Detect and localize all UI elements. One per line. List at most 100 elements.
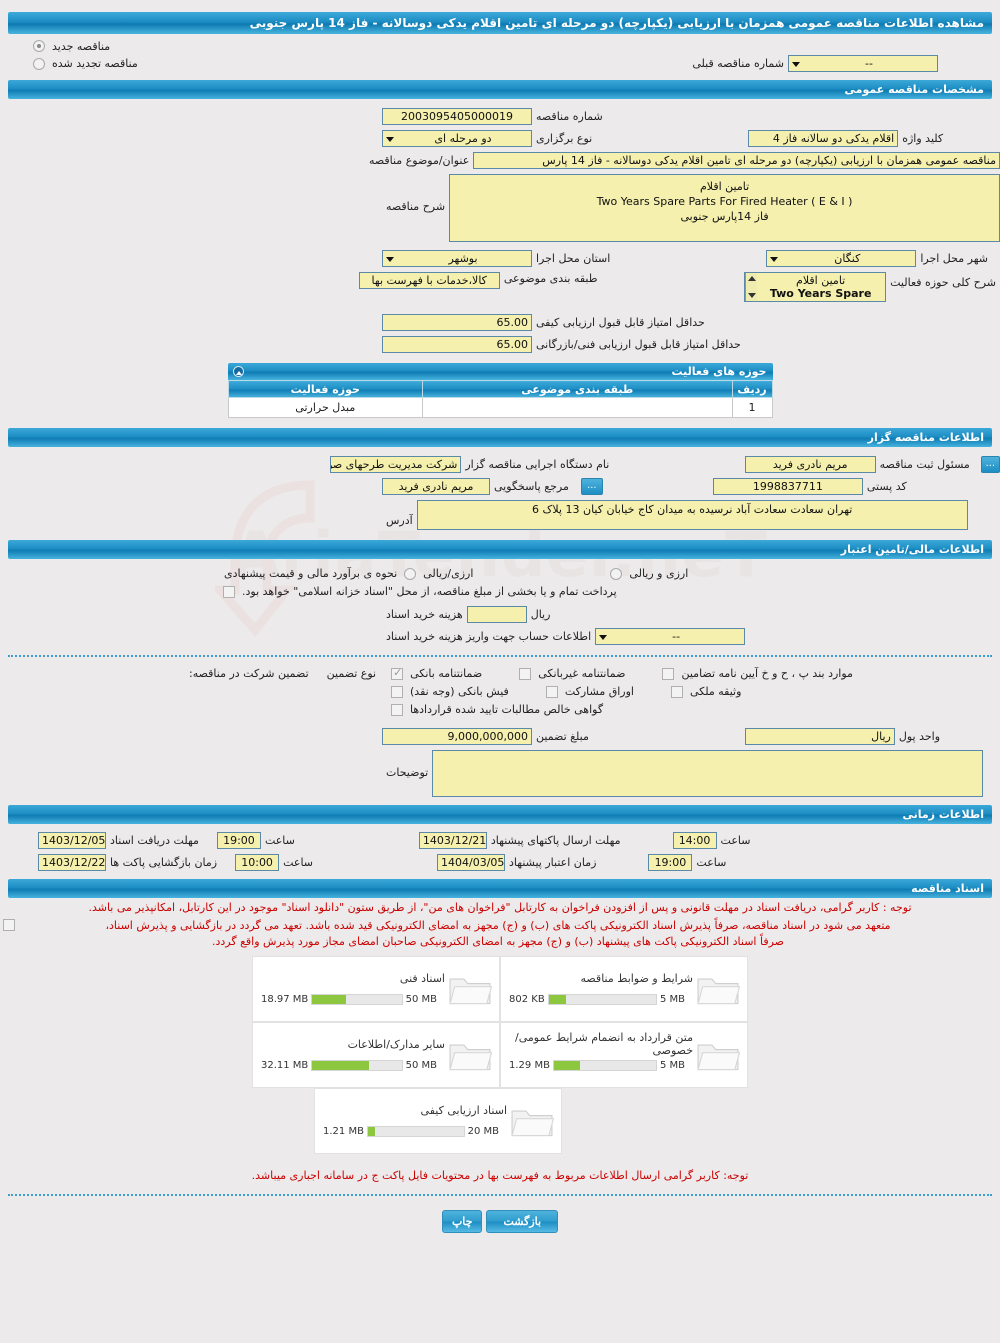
- footer-buttons: بازگشت چاپ: [0, 1210, 1000, 1233]
- classification-field[interactable]: کالا،خدمات با فهرست بها: [358, 272, 500, 289]
- guarantee-amount-field[interactable]: 9,000,000,000: [382, 728, 532, 745]
- guarantee-option-6-checkbox[interactable]: [391, 703, 403, 716]
- account-info-select[interactable]: --: [595, 628, 746, 645]
- new-tender-label: مناقصه جدید: [52, 40, 111, 53]
- contact-field[interactable]: مریم نادری فرید: [382, 478, 490, 495]
- contact-browse-button[interactable]: ...: [580, 478, 603, 495]
- guarantee-option-6-label: گواهی خالص مطالبات تایید شده قراردادها: [410, 703, 604, 716]
- guarantee-option-4-checkbox[interactable]: [545, 685, 558, 698]
- tender-subject-field[interactable]: مناقصه عمومی همزمان با ارزیابی (یکپارچه)…: [473, 152, 1000, 169]
- tender-description-textarea[interactable]: تامین اقلام Two Years Spare Parts For Fi…: [449, 174, 1000, 242]
- envelope-submit-time-label: ساعت: [720, 834, 751, 847]
- address-textarea[interactable]: تهران سعادت سعادت آباد نرسیده به میدان ک…: [416, 500, 968, 530]
- doc-cost-label: هزینه خرید اسناد: [386, 608, 463, 621]
- cell-activity: مبدل حرارتی: [227, 397, 424, 418]
- envelope-submit-date-field[interactable]: 1403/12/21: [418, 832, 487, 849]
- proposal-validity-date-field[interactable]: 1404/03/05: [437, 854, 506, 871]
- previous-tender-number-select[interactable]: --: [788, 55, 938, 72]
- document-card[interactable]: سایر مدارک/اطلاعات 32.11 MB 50 MB: [252, 1022, 500, 1088]
- guarantee-option-0-checkbox[interactable]: [391, 666, 404, 680]
- meter-track: [552, 1060, 657, 1071]
- province-label: استان محل اجرا: [536, 252, 611, 265]
- top-options: مناقصه جدید -- شماره مناقصه قبلی مناقصه …: [0, 40, 1000, 72]
- guarantee-notes-textarea[interactable]: [432, 750, 984, 797]
- scrollbar[interactable]: [745, 273, 758, 301]
- keyword-label: کلید واژه: [902, 132, 944, 145]
- document-card[interactable]: شرایط و ضوابط مناقصه 802 KB 5 MB: [500, 956, 748, 1022]
- guarantee-option-4-label: اوراق مشارکت: [564, 685, 634, 698]
- postal-code-field[interactable]: 1998837711: [712, 478, 863, 495]
- envelope-submit-time-field[interactable]: 14:00: [672, 832, 717, 849]
- executive-body-label: نام دستگاه اجرایی مناقصه گزار: [465, 458, 610, 471]
- envelope-open-time-field[interactable]: 10:00: [235, 854, 280, 871]
- financial-section-title: اطلاعات مالی/تامین اعتبار: [840, 543, 984, 556]
- proposal-validity-time-label: ساعت: [696, 856, 727, 869]
- guarantee-option-3-checkbox[interactable]: [391, 685, 403, 698]
- col-activity: حوزه فعالیت: [227, 380, 424, 398]
- province-value: بوشهر: [448, 252, 478, 265]
- documents-note-2-checkbox[interactable]: [3, 919, 15, 931]
- holding-type-select[interactable]: دو مرحله ای: [382, 130, 532, 147]
- document-card[interactable]: متن قرارداد به انضمام شرایط عمومی/خصوصی …: [500, 1022, 748, 1088]
- col-row-number: ردیف: [731, 380, 773, 398]
- description-line-1: تامین اقلام: [699, 180, 750, 193]
- back-button[interactable]: بازگشت: [486, 1210, 559, 1233]
- registrar-browse-button[interactable]: ...: [980, 456, 1000, 473]
- folder-icon: [697, 1044, 741, 1071]
- doc-cost-currency-label: ریال: [530, 608, 551, 621]
- min-technical-field[interactable]: 65.00: [382, 336, 532, 353]
- general-section-header: مشخصات مناقصه عمومی: [8, 80, 992, 99]
- documents-section-header: اسناد مناقصه: [8, 879, 992, 898]
- min-qualitative-field[interactable]: 65.00: [382, 314, 532, 331]
- holding-type-value: دو مرحله ای: [434, 132, 492, 145]
- keyword-field[interactable]: اقلام یدکی دو سالانه فاز 4: [748, 130, 899, 147]
- activity-scope-line-2: Two Years Spare Parts: [769, 287, 872, 301]
- folder-icon: [697, 978, 741, 1005]
- activity-scope-line-1: تامین اقلام: [796, 274, 846, 287]
- rial-option-label: ارزی/ریالی: [423, 567, 474, 580]
- guarantee-option-2-checkbox[interactable]: [662, 667, 675, 680]
- registrar-label: مسئول ثبت مناقصه: [879, 458, 970, 471]
- guarantee-option-5-checkbox[interactable]: [671, 685, 683, 698]
- guarantee-option-1-checkbox[interactable]: [519, 667, 532, 680]
- print-button[interactable]: چاپ: [441, 1210, 483, 1233]
- envelope-open-time-label: ساعت: [283, 856, 314, 869]
- treasury-note-label: پرداخت تمام و یا بخشی از مبلغ مناقصه، از…: [242, 585, 617, 598]
- currency-rial-option-label: ارزی و ریالی: [629, 567, 689, 580]
- timing-section-header: اطلاعات زمانی: [8, 805, 992, 824]
- general-section: شماره مناقصه 2003095405000019 کلید واژه …: [0, 108, 1000, 418]
- document-size-meter: 18.97 MB 50 MB: [261, 994, 437, 1005]
- new-tender-radio[interactable]: [33, 40, 45, 52]
- classification-label: طبقه بندی موضوعی: [503, 272, 598, 285]
- activity-scope-box[interactable]: تامین اقلام Two Years Spare Parts: [744, 272, 887, 302]
- executive-body-field[interactable]: شرکت مدیریت طرحهای صن: [330, 456, 462, 473]
- page-title: مشاهده اطلاعات مناقصه عمومی همزمان با ار…: [8, 12, 992, 34]
- previous-tender-number-value: --: [865, 57, 873, 70]
- currency-unit-field[interactable]: ریال: [744, 728, 895, 745]
- currency-rial-radio[interactable]: [610, 567, 623, 580]
- document-used-size: 32.11 MB: [261, 1060, 309, 1071]
- renewed-tender-radio[interactable]: [33, 57, 45, 70]
- document-card[interactable]: اسناد ارزیابی کیفی 1.21 MB 20 MB: [314, 1088, 562, 1154]
- city-select[interactable]: کنگان: [766, 250, 917, 267]
- financial-section: ارزی و ریالی ارزی/ریالی نحوه ی برآورد ما…: [0, 567, 1000, 657]
- general-section-title: مشخصات مناقصه عمومی: [844, 83, 984, 96]
- document-card[interactable]: اسناد فنی 18.97 MB 50 MB: [252, 956, 500, 1022]
- registrar-field[interactable]: مریم نادری فرید: [744, 456, 876, 473]
- tender-number-field[interactable]: 2003095405000019: [382, 108, 532, 125]
- guarantee-type-label: نوع تضمین: [326, 667, 377, 680]
- documents-note-2-line-1: متعهد می شود در اسناد مناقصه، صرفاً پذیر…: [105, 919, 891, 932]
- guarantee-option-2-label: موارد بند پ ، ح و خ آیین نامه تضامین: [681, 667, 853, 680]
- organizer-section-title: اطلاعات مناقصه گزار: [867, 431, 984, 444]
- doc-cost-field[interactable]: [466, 606, 527, 623]
- rial-radio[interactable]: [404, 567, 417, 580]
- treasury-checkbox[interactable]: [223, 585, 235, 598]
- proposal-validity-time-field[interactable]: 19:00: [648, 854, 693, 871]
- doc-receive-time-field[interactable]: 19:00: [216, 832, 261, 849]
- province-select[interactable]: بوشهر: [382, 250, 532, 267]
- collapse-icon[interactable]: [232, 366, 244, 377]
- folder-icon: [449, 1044, 493, 1071]
- col-classification: طبقه بندی موضوعی: [422, 380, 733, 398]
- envelope-open-date-field[interactable]: 1403/12/22: [38, 854, 106, 871]
- doc-receive-date-field[interactable]: 1403/12/05: [38, 832, 106, 849]
